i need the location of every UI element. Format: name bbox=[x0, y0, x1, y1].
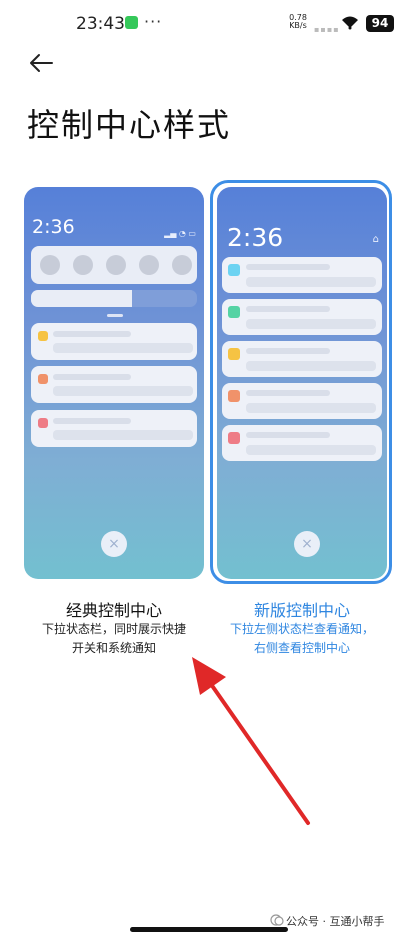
signal-icon: ▪▪▪▪ bbox=[314, 25, 340, 34]
app-dot-icon bbox=[38, 374, 48, 384]
wifi-icon bbox=[340, 14, 360, 34]
brightness-slider bbox=[31, 290, 197, 307]
new-style-preview[interactable]: 2:36 ⌂ × bbox=[217, 187, 387, 579]
network-speed: 0.78 KB/s bbox=[286, 14, 310, 30]
notification-placeholder bbox=[222, 257, 382, 293]
toggle-placeholder bbox=[73, 255, 93, 275]
notification-placeholder bbox=[222, 299, 382, 335]
notification-placeholder bbox=[222, 425, 382, 461]
app-dot-icon bbox=[228, 390, 240, 402]
app-dot-icon bbox=[38, 418, 48, 428]
close-icon: × bbox=[101, 531, 127, 557]
toggle-placeholder bbox=[172, 255, 192, 275]
classic-style-title[interactable]: 经典控制中心 bbox=[24, 597, 204, 621]
net-speed-unit: KB/s bbox=[289, 21, 307, 30]
toggle-placeholder bbox=[40, 255, 60, 275]
more-notifications-dots: ··· bbox=[144, 12, 163, 31]
notification-placeholder bbox=[222, 341, 382, 377]
app-dot-icon bbox=[228, 432, 240, 444]
desc-line: 下拉左侧状态栏查看通知， bbox=[229, 622, 374, 636]
app-dot-icon bbox=[228, 306, 240, 318]
close-icon: × bbox=[294, 531, 320, 557]
notification-placeholder bbox=[31, 323, 197, 360]
notification-placeholder bbox=[31, 366, 197, 403]
wechat-icon bbox=[270, 912, 284, 926]
toggle-placeholder bbox=[139, 255, 159, 275]
classic-style-description: 下拉状态栏，同时展示快捷 开关和系统通知 bbox=[24, 620, 204, 658]
preview-status-icons: ▂▄ ◔ ▭ bbox=[164, 229, 196, 238]
notification-placeholder bbox=[222, 383, 382, 419]
preview-time: 2:36 bbox=[227, 223, 284, 252]
preview-time: 2:36 bbox=[32, 216, 75, 238]
watermark-text: 公众号 · 互通小帮手 bbox=[286, 915, 385, 928]
quick-toggles-panel bbox=[31, 246, 197, 284]
toggle-placeholder bbox=[106, 255, 126, 275]
preview-status-icons: ⌂ bbox=[372, 234, 379, 245]
app-dot-icon bbox=[38, 331, 48, 341]
new-style-description: 下拉左侧状态栏查看通知， 右侧查看控制中心 bbox=[212, 620, 392, 658]
app-dot-icon bbox=[228, 264, 240, 276]
page-title: 控制中心样式 bbox=[27, 106, 232, 144]
message-notification-icon bbox=[125, 16, 138, 29]
notification-placeholder bbox=[31, 410, 197, 447]
red-annotation-arrow bbox=[180, 655, 320, 834]
desc-line: 下拉状态栏，同时展示快捷 bbox=[41, 622, 186, 636]
classic-style-preview[interactable]: 2:36 ▂▄ ◔ ▭ × bbox=[24, 187, 204, 579]
desc-line: 开关和系统通知 bbox=[71, 641, 156, 655]
back-arrow-icon[interactable] bbox=[28, 52, 54, 78]
drag-handle bbox=[107, 314, 123, 317]
app-dot-icon bbox=[228, 348, 240, 360]
new-style-title[interactable]: 新版控制中心 bbox=[212, 597, 392, 621]
status-time: 23:43 bbox=[76, 14, 125, 34]
home-indicator[interactable] bbox=[130, 927, 288, 932]
battery-icon: 94 bbox=[366, 15, 394, 32]
